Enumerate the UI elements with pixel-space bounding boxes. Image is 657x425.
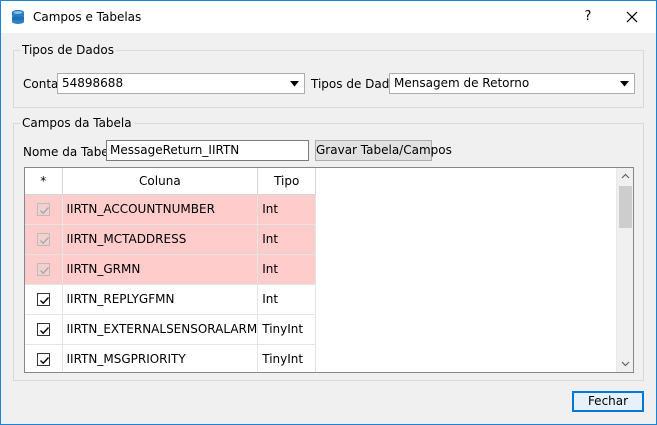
help-button[interactable]: ? (575, 5, 601, 29)
table-header-row: * Coluna Tipo (25, 168, 317, 195)
vertical-scrollbar[interactable] (616, 168, 633, 372)
tipos-de-dados-select[interactable]: Mensagem de Retorno (389, 73, 635, 94)
tipos-de-dados-select-value: Mensagem de Retorno (394, 76, 530, 90)
checkmark-icon (39, 267, 49, 275)
checkmark-icon (39, 237, 49, 245)
table-row[interactable]: IIRTN_REPLYGFMN Int (25, 284, 317, 315)
chevron-down-icon (620, 81, 629, 87)
gravar-tabela-campos-button[interactable]: Gravar Tabela/Campos (315, 140, 452, 161)
checkmark-icon (39, 297, 49, 305)
table-row[interactable]: IIRTN_EXTERNALSENSORALARM TinyInt (25, 314, 317, 345)
coluna-cell[interactable]: IIRTN_ACCOUNTNUMBER (62, 194, 259, 225)
scroll-down-button[interactable] (617, 355, 633, 372)
coluna-cell[interactable]: IIRTN_MCTADDRESS (62, 224, 259, 255)
close-icon (626, 11, 638, 23)
campos-table: * Coluna Tipo IIRTN_ACCOUNTNUMBER Int IIRT… (24, 167, 634, 373)
row-select-cell[interactable] (25, 194, 63, 225)
row-checkbox[interactable] (36, 353, 50, 366)
conta-label: Conta (23, 77, 59, 91)
chevron-up-icon (621, 173, 630, 179)
scrollbar-thumb[interactable] (619, 186, 632, 228)
tipos-de-dados-group-title: Tipos de Dados (20, 43, 116, 57)
column-header-tipo[interactable]: Tipo (257, 168, 317, 195)
checkmark-icon (39, 327, 49, 335)
tipo-cell[interactable]: Int (257, 284, 317, 315)
fechar-button[interactable]: Fechar (572, 391, 644, 412)
database-icon (10, 9, 26, 25)
column-header-select[interactable]: * (25, 168, 63, 195)
checkmark-icon (39, 207, 49, 215)
campos-grid: * Coluna Tipo IIRTN_ACCOUNTNUMBER Int IIRT… (25, 168, 317, 372)
row-checkbox[interactable] (36, 293, 50, 306)
row-select-cell[interactable] (25, 284, 63, 315)
close-button[interactable] (618, 5, 646, 29)
coluna-cell[interactable]: IIRTN_EXTERNALSENSORALARM (62, 314, 259, 345)
row-select-cell[interactable] (25, 254, 63, 285)
dialog-window: Campos e Tabelas ? Tipos de Dados Conta … (0, 0, 657, 425)
window-title: Campos e Tabelas (33, 10, 142, 24)
coluna-cell[interactable]: IIRTN_REPLYGFMN (62, 284, 259, 315)
row-select-cell[interactable] (25, 224, 63, 255)
row-checkbox (36, 203, 50, 216)
coluna-cell[interactable]: IIRTN_GRMN (62, 254, 259, 285)
tipo-cell[interactable]: Int (257, 194, 317, 225)
tipo-cell[interactable]: Int (257, 254, 317, 285)
row-checkbox (36, 233, 50, 246)
campos-da-tabela-group-title: Campos da Tabela (20, 116, 134, 130)
title-bar[interactable]: Campos e Tabelas ? (1, 1, 656, 33)
tipo-cell[interactable]: TinyInt (257, 314, 317, 345)
row-select-cell[interactable] (25, 344, 63, 372)
coluna-cell[interactable]: IIRTN_MSGPRIORITY (62, 344, 259, 372)
table-row[interactable]: IIRTN_MSGPRIORITY TinyInt (25, 344, 317, 372)
nome-da-tabela-input[interactable]: MessageReturn_IIRTN (106, 140, 309, 161)
row-checkbox[interactable] (36, 323, 50, 336)
chevron-down-icon (290, 81, 299, 87)
table-row[interactable]: IIRTN_GRMN Int (25, 254, 317, 285)
tipo-cell[interactable]: TinyInt (257, 344, 317, 372)
chevron-down-icon (621, 361, 630, 367)
row-select-cell[interactable] (25, 314, 63, 345)
checkmark-icon (39, 357, 49, 365)
scroll-up-button[interactable] (617, 168, 633, 185)
conta-select-value: 54898688 (62, 76, 124, 90)
table-row[interactable]: IIRTN_MCTADDRESS Int (25, 224, 317, 255)
conta-select[interactable]: 54898688 (57, 73, 305, 94)
table-row[interactable]: IIRTN_ACCOUNTNUMBER Int (25, 194, 317, 225)
nome-da-tabela-label: Nome da Tabela (23, 145, 120, 159)
tipo-cell[interactable]: Int (257, 224, 317, 255)
column-header-coluna[interactable]: Coluna (62, 168, 259, 195)
row-checkbox (36, 263, 50, 276)
